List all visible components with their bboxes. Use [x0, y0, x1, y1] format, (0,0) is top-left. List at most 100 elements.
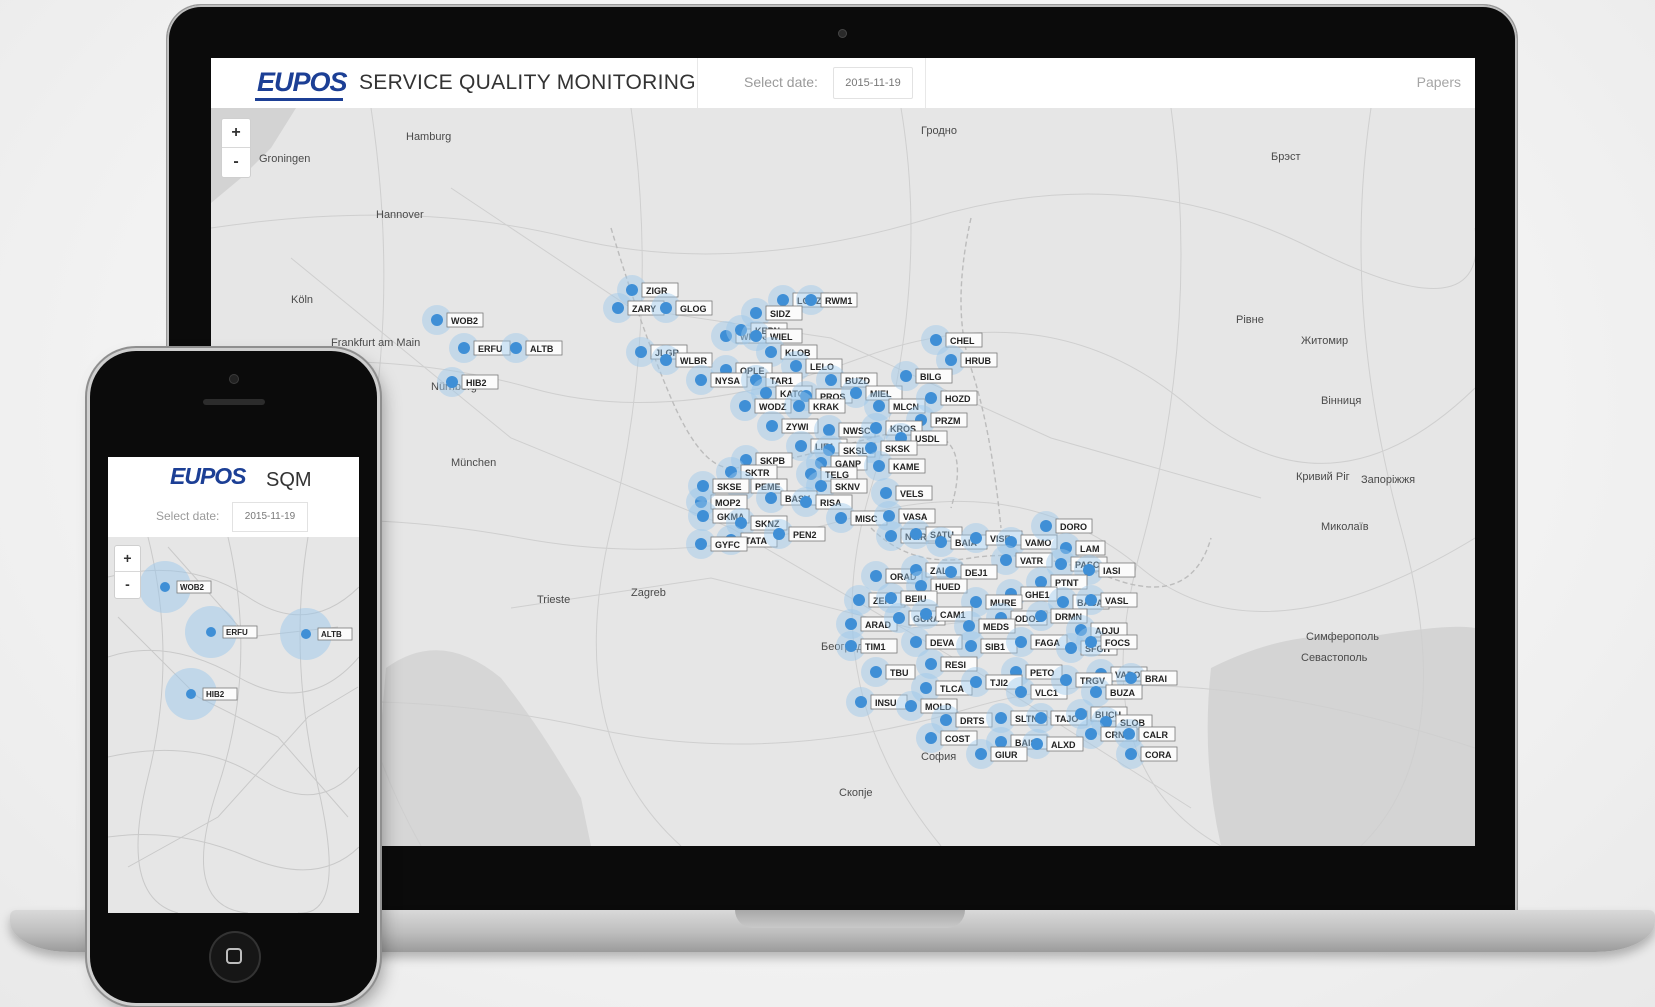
station-label: WOB2 — [451, 316, 478, 326]
station-label: COST — [945, 734, 971, 744]
station-label: PEN2 — [793, 530, 817, 540]
phone-app-header: EUPOS SQM Select date: 2015-11-19 — [108, 457, 359, 538]
station-map[interactable]: Hamburg Groningen Hannover Köln Frankfurt am… — [211, 107, 1475, 846]
laptop-screen: EUPOS SERVICE QUALITY MONITORING Select … — [211, 58, 1475, 846]
station-label: NYSA — [715, 376, 741, 386]
station-label: ZYWI — [786, 422, 809, 432]
station-label: FOCS — [1105, 638, 1130, 648]
phone-station-map[interactable]: WOB2 ERFU ALTB HIB2 + - — [108, 536, 359, 913]
zoom-in-button[interactable]: + — [222, 119, 250, 147]
city-label: Вінниця — [1321, 395, 1361, 407]
station-label: TJI2 — [990, 678, 1008, 688]
station-label: MOP2 — [715, 498, 741, 508]
station-label: DEJ1 — [965, 568, 988, 578]
phone-zoom-control: + - — [114, 545, 141, 599]
station-label: DEVA — [930, 638, 955, 648]
map-zoom-control: + - — [221, 118, 251, 178]
station-label: SIB1 — [985, 642, 1005, 652]
phone-station-label: ALTB — [321, 630, 342, 639]
station-label: BRAI — [1145, 674, 1167, 684]
phone-app-title: SQM — [266, 469, 312, 491]
station-label: ALTB — [530, 344, 554, 354]
phone-camera — [229, 374, 239, 384]
phone-map-canvas[interactable]: WOB2 ERFU ALTB HIB2 — [108, 536, 359, 913]
map-canvas[interactable]: Hamburg Groningen Hannover Köln Frankfurt am… — [211, 107, 1475, 846]
phone-zoom-in-button[interactable]: + — [115, 546, 140, 571]
station-label: KAME — [893, 462, 920, 472]
date-label: Select date: — [744, 74, 818, 90]
station-label: BUZA — [1110, 688, 1135, 698]
phone-speaker — [203, 399, 265, 405]
city-label: Groningen — [259, 153, 310, 165]
station-label: SKSE — [717, 482, 742, 492]
app-header: EUPOS SERVICE QUALITY MONITORING Select … — [211, 58, 1475, 109]
home-square-icon — [226, 948, 242, 964]
station-label: RESI — [945, 660, 966, 670]
city-label: Hamburg — [406, 131, 451, 143]
station-label: BILG — [920, 372, 942, 382]
phone-home-button[interactable] — [209, 931, 261, 983]
station-label: DRTS — [960, 716, 985, 726]
city-label: Запоріжжя — [1361, 474, 1415, 486]
station-label: CHEL — [950, 336, 975, 346]
city-label: München — [451, 457, 496, 469]
station-label: LAM — [1080, 544, 1100, 554]
city-label: Миколаїв — [1321, 521, 1369, 533]
city-label: Гродно — [921, 125, 957, 137]
station-label: VASL — [1105, 596, 1129, 606]
header-divider — [697, 58, 698, 108]
station-label: MEDS — [983, 622, 1009, 632]
phone-screen: EUPOS SQM Select date: 2015-11-19 WOB2 E… — [108, 457, 359, 913]
station-label: HRUB — [965, 356, 991, 366]
city-label: Рівне — [1236, 314, 1264, 326]
city-label: Брэст — [1271, 151, 1301, 163]
zoom-out-button[interactable]: - — [222, 147, 250, 176]
station-label: ERFU — [478, 344, 503, 354]
phone-zoom-out-button[interactable]: - — [115, 571, 140, 597]
station-label: SKSK — [885, 444, 911, 454]
papers-link[interactable]: Papers — [1417, 74, 1461, 90]
station-label: GLOG — [680, 304, 707, 314]
station-label: HOZD — [945, 394, 971, 404]
station-label: GHE1 — [1025, 590, 1050, 600]
logo-underline — [255, 98, 343, 101]
station-label: CALR — [1143, 730, 1168, 740]
station-label: SKNV — [835, 482, 860, 492]
station-label: IASI — [1103, 566, 1121, 576]
station-label: SIDZ — [770, 309, 791, 319]
city-label: Житомир — [1301, 335, 1348, 347]
station-label: ALXD — [1051, 740, 1076, 750]
phone-date-label: Select date: — [156, 509, 220, 523]
laptop-camera — [838, 29, 847, 38]
app-title: SERVICE QUALITY MONITORING — [359, 71, 696, 94]
city-label: Köln — [291, 294, 313, 306]
station-label: HUED — [935, 582, 961, 592]
station-label: TATA — [745, 536, 767, 546]
station-label: KRAK — [813, 402, 839, 412]
city-label: Hannover — [376, 209, 424, 221]
city-label: Симферополь — [1306, 631, 1379, 643]
date-input[interactable]: 2015-11-19 — [833, 67, 913, 99]
city-label: Скопје — [839, 787, 873, 799]
station-label: GIUR — [995, 750, 1018, 760]
station-label: CORA — [1145, 750, 1172, 760]
station-label: VATR — [1020, 556, 1044, 566]
station-label: TIM1 — [865, 642, 886, 652]
station-label: DORO — [1060, 522, 1087, 532]
city-label: Севастополь — [1301, 652, 1368, 664]
station-label: WODZ — [759, 402, 787, 412]
station-label: VELS — [900, 489, 924, 499]
phone-station-label: HIB2 — [206, 690, 225, 699]
eupos-logo[interactable]: EUPOS — [257, 67, 348, 98]
phone-station-label: ERFU — [226, 628, 248, 637]
station-label: PTNT — [1055, 578, 1079, 588]
phone-station-label: WOB2 — [180, 583, 205, 592]
city-label: Zagreb — [631, 587, 666, 599]
station-label: RWM1 — [825, 296, 852, 306]
station-label: GYFC — [715, 540, 741, 550]
city-label: София — [921, 751, 956, 763]
phone-date-input[interactable]: 2015-11-19 — [232, 502, 308, 532]
phone-eupos-logo[interactable]: EUPOS — [170, 463, 247, 490]
city-label: Frankfurt am Main — [331, 337, 420, 349]
header-divider — [925, 58, 926, 108]
